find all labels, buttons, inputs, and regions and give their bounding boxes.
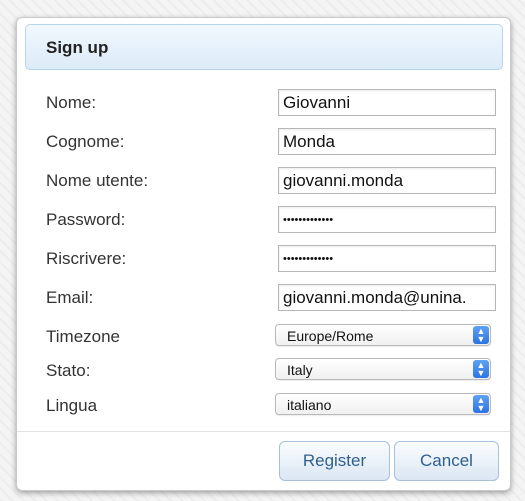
row-cognome: Cognome: (17, 122, 510, 162)
nome-label: Nome: (46, 93, 97, 112)
riscrivere-input[interactable] (278, 245, 496, 272)
row-lingua: Lingua italiano ▲ ▼ (17, 386, 510, 426)
nome-utente-input[interactable] (278, 167, 496, 194)
stato-label: Stato: (46, 361, 91, 380)
stato-select[interactable]: Italy ▲ ▼ (275, 358, 491, 380)
row-stato: Stato: Italy ▲ ▼ (17, 351, 510, 391)
up-down-chevron-icon: ▲ ▼ (473, 395, 489, 413)
email-input[interactable] (278, 284, 496, 311)
password-input[interactable] (278, 206, 496, 233)
dialog-header: Sign up (25, 24, 503, 70)
lingua-select[interactable]: italiano ▲ ▼ (275, 393, 491, 415)
riscrivere-label: Riscrivere: (46, 249, 127, 268)
nome-utente-label: Nome utente: (46, 171, 149, 190)
stato-select-value: Italy (287, 362, 313, 378)
row-password: Password: (17, 200, 510, 240)
nome-input[interactable] (278, 89, 496, 116)
lingua-label: Lingua (46, 396, 98, 415)
timezone-label: Timezone (46, 327, 121, 346)
row-riscrivere: Riscrivere: (17, 239, 510, 279)
lingua-select-value: italiano (287, 397, 332, 413)
up-down-chevron-icon: ▲ ▼ (473, 326, 489, 344)
row-nome: Nome: (17, 83, 510, 123)
sign-up-dialog: Sign up Nome: Cognome: Nome utente: Pass… (16, 17, 511, 491)
cancel-button[interactable]: Cancel (394, 441, 499, 481)
email-label: Email: (46, 288, 94, 307)
up-down-chevron-icon: ▲ ▼ (473, 360, 489, 378)
footer-divider (17, 431, 510, 432)
row-nome-utente: Nome utente: (17, 161, 510, 201)
cognome-input[interactable] (278, 128, 496, 155)
row-email: Email: (17, 278, 510, 318)
register-button[interactable]: Register (279, 441, 390, 481)
cognome-label: Cognome: (46, 132, 125, 151)
timezone-select[interactable]: Europe/Rome ▲ ▼ (275, 324, 491, 346)
dialog-title: Sign up (46, 38, 109, 57)
timezone-select-value: Europe/Rome (287, 328, 374, 344)
password-label: Password: (46, 210, 126, 229)
